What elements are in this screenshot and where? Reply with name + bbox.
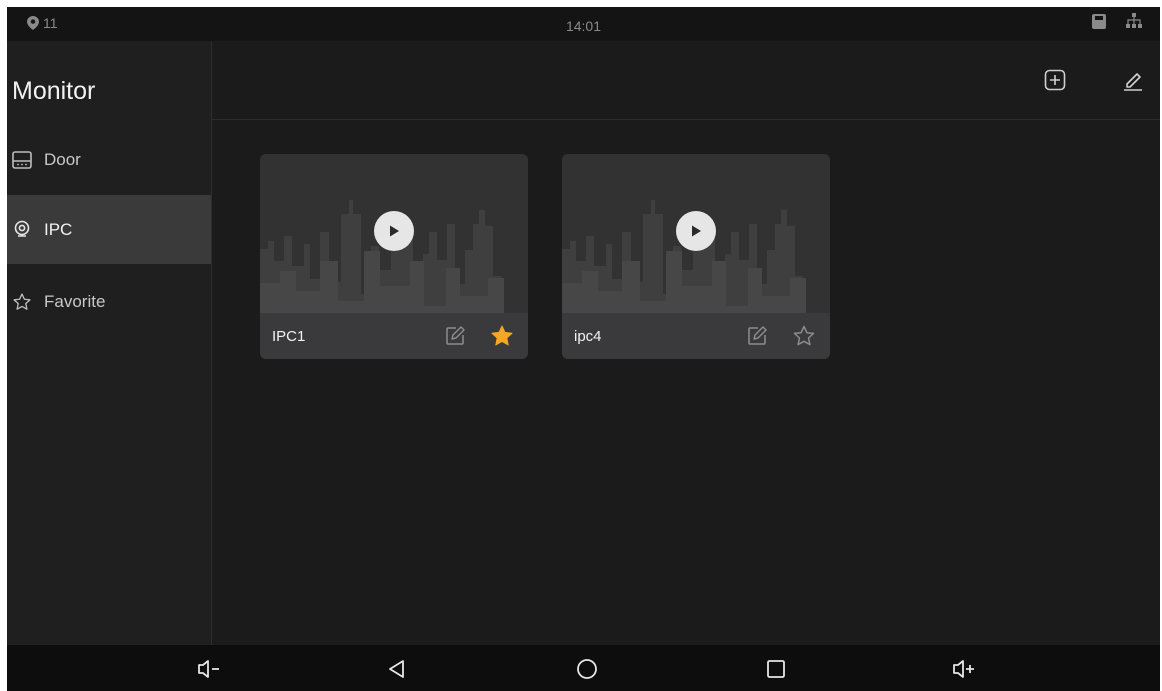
door-station-icon [11,149,33,171]
edit-device-button[interactable] [444,325,466,347]
sidebar-item-favorite[interactable]: Favorite [7,267,211,336]
back-triangle-icon [389,660,404,678]
volume-down-button[interactable] [196,656,222,682]
volume-up-button[interactable] [951,656,977,682]
home-button[interactable] [574,656,600,682]
card-footer: ipc4 [562,313,830,359]
device-name: IPC1 [272,328,306,345]
video-preview[interactable] [260,154,528,313]
edit-device-button[interactable] [746,325,768,347]
sd-card-icon [1092,13,1106,29]
home-circle-icon [577,659,597,679]
sidebar-item-label: Door [44,149,81,169]
sidebar-item-label: IPC [44,219,73,239]
back-button[interactable] [384,656,410,682]
star-outline-icon [793,325,815,346]
sidebar-item-label: Favorite [44,291,106,311]
status-bar: 11 14:01 [7,7,1160,41]
edit-icon [446,326,465,345]
pencil-icon [1124,73,1142,91]
favorite-toggle[interactable] [490,324,514,348]
device-name: ipc4 [574,328,602,345]
device-card[interactable]: IPC1 [260,154,528,359]
content-header [212,41,1160,120]
sidebar: Monitor Door IPC Favorite [7,41,212,645]
play-icon [692,225,701,237]
play-button[interactable] [676,211,716,251]
add-device-button[interactable] [1042,67,1068,93]
video-preview[interactable] [562,154,830,313]
network-icon [1126,13,1142,28]
camera-icon [11,219,33,241]
app-screen: 11 14:01 Monitor Door IPC Favorite IPC1 … [7,7,1160,691]
star-filled-icon [491,325,513,346]
card-footer: IPC1 [260,313,528,359]
star-outline-icon [11,291,33,313]
play-icon [390,225,399,237]
system-nav-bar [7,645,1160,691]
play-button[interactable] [374,211,414,251]
edit-icon [748,326,767,345]
sidebar-item-ipc[interactable]: IPC [7,195,211,264]
edit-list-button[interactable] [1120,67,1146,93]
volume-down-icon [198,660,219,678]
favorite-toggle[interactable] [792,324,816,348]
recents-square-icon [767,660,785,678]
add-square-icon [1044,69,1066,91]
volume-up-icon [953,660,974,678]
status-clock: 14:01 [565,18,602,34]
recents-button[interactable] [763,656,789,682]
sidebar-item-door[interactable]: Door [7,125,211,194]
page-title: Monitor [12,77,96,105]
device-card[interactable]: ipc4 [562,154,830,359]
